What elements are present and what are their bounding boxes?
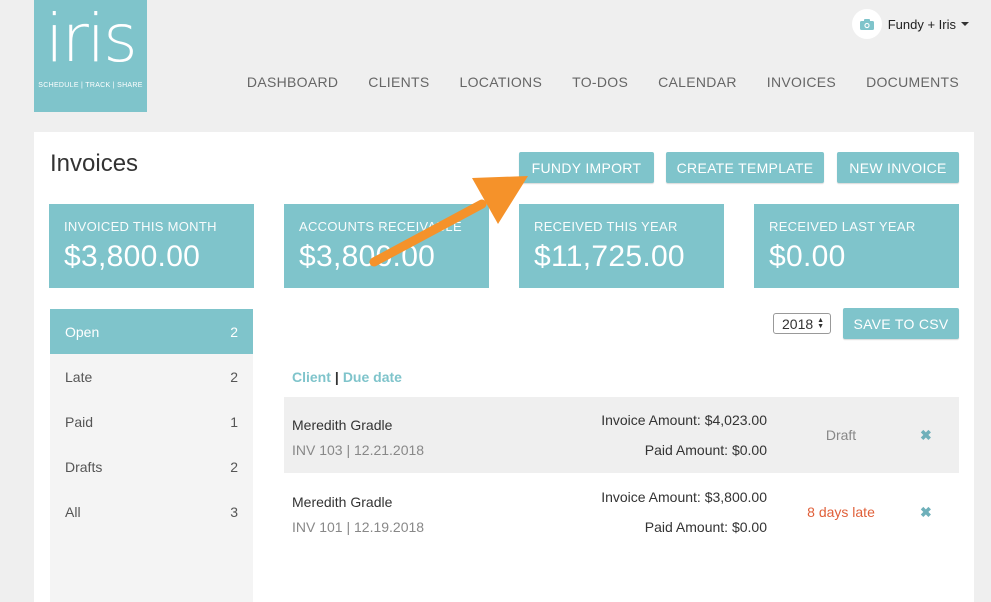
stat-label: RECEIVED LAST YEAR — [769, 219, 916, 234]
invoice-client: Meredith Gradle — [292, 417, 393, 433]
filter-count: 2 — [230, 368, 238, 385]
stat-label: INVOICED THIS MONTH — [64, 219, 217, 234]
sort-controls: Client | Due date — [292, 369, 402, 385]
stat-value: $3,800.00 — [64, 240, 201, 273]
nav-calendar[interactable]: CALENDAR — [658, 74, 737, 90]
invoice-amount: Invoice Amount: $4,023.00 — [601, 412, 767, 428]
sort-separator: | — [334, 369, 339, 385]
main-nav: DASHBOARD CLIENTS LOCATIONS TO-DOS CALEN… — [247, 74, 959, 90]
filter-drafts[interactable]: Drafts 2 — [50, 444, 253, 489]
sort-by-client[interactable]: Client — [292, 369, 331, 385]
filter-count: 2 — [230, 458, 238, 475]
filter-label: All — [65, 503, 81, 520]
iris-logo[interactable]: iris SCHEDULE | TRACK | SHARE — [34, 0, 147, 112]
fundy-import-button[interactable]: FUNDY IMPORT — [519, 152, 654, 183]
stat-label: RECEIVED THIS YEAR — [534, 219, 678, 234]
filter-open[interactable]: Open 2 — [50, 309, 253, 354]
invoice-meta: INV 103 | 12.21.2018 — [292, 442, 425, 458]
page-title: Invoices — [50, 150, 139, 177]
create-template-button[interactable]: CREATE TEMPLATE — [666, 152, 824, 183]
filter-label: Drafts — [65, 458, 103, 475]
filter-late[interactable]: Late 2 — [50, 354, 253, 399]
filter-count: 3 — [230, 503, 238, 520]
filter-label: Late — [65, 368, 93, 385]
paid-amount: Paid Amount: $0.00 — [644, 442, 767, 458]
stepper-arrows-icon: ▲ ▼ — [817, 316, 825, 330]
nav-clients[interactable]: CLIENTS — [368, 74, 429, 90]
sort-by-due-date[interactable]: Due date — [343, 369, 402, 385]
stat-received-last-year: RECEIVED LAST YEAR $0.00 — [754, 204, 959, 288]
delete-icon[interactable]: ✖ — [920, 427, 932, 444]
account-name: Fundy + Iris — [887, 16, 956, 32]
year-value: 2018 — [782, 315, 814, 332]
invoice-row[interactable]: Meredith Gradle INV 101 | 12.19.2018 Inv… — [284, 474, 959, 550]
year-select[interactable]: 2018 ▲ ▼ — [773, 313, 831, 334]
invoice-meta: INV 101 | 12.19.2018 — [292, 519, 425, 535]
stat-received-this-year: RECEIVED THIS YEAR $11,725.00 — [519, 204, 724, 288]
stat-value: $0.00 — [769, 240, 846, 273]
nav-locations[interactable]: LOCATIONS — [460, 74, 543, 90]
stat-label: ACCOUNTS RECEIVABLE — [299, 219, 462, 234]
stat-invoiced-this-month: INVOICED THIS MONTH $3,800.00 — [49, 204, 254, 288]
nav-invoices[interactable]: INVOICES — [767, 74, 836, 90]
camera-icon — [851, 9, 882, 39]
stat-value: $3,800.00 — [299, 240, 436, 273]
logo-wordmark: iris — [45, 0, 137, 77]
invoice-status: Draft — [825, 427, 857, 443]
delete-icon[interactable]: ✖ — [920, 504, 932, 521]
stat-value: $11,725.00 — [534, 240, 685, 273]
invoice-row[interactable]: Meredith Gradle INV 103 | 12.21.2018 Inv… — [284, 397, 959, 473]
account-menu[interactable]: Fundy + Iris — [851, 9, 969, 39]
filter-count: 1 — [230, 413, 238, 430]
nav-documents[interactable]: DOCUMENTS — [866, 74, 959, 90]
filter-label: Paid — [65, 413, 94, 430]
invoice-client: Meredith Gradle — [292, 494, 393, 510]
filter-paid[interactable]: Paid 1 — [50, 399, 253, 444]
logo-tagline: SCHEDULE | TRACK | SHARE — [38, 82, 143, 89]
filter-label: Open — [65, 323, 100, 340]
chevron-down-icon — [961, 22, 969, 26]
save-to-csv-button[interactable]: SAVE TO CSV — [843, 308, 959, 339]
invoice-amount: Invoice Amount: $3,800.00 — [601, 489, 767, 505]
invoice-status: 8 days late — [807, 504, 875, 520]
paid-amount: Paid Amount: $0.00 — [644, 519, 767, 535]
stat-accounts-receivable: ACCOUNTS RECEIVABLE $3,800.00 — [284, 204, 489, 288]
invoice-filter-sidebar: Open 2 Late 2 Paid 1 Drafts 2 All 3 — [50, 309, 253, 602]
nav-dashboard[interactable]: DASHBOARD — [247, 74, 338, 90]
nav-todos[interactable]: TO-DOS — [572, 74, 628, 90]
filter-count: 2 — [230, 323, 238, 340]
new-invoice-button[interactable]: NEW INVOICE — [837, 152, 959, 183]
filter-all[interactable]: All 3 — [50, 489, 253, 534]
